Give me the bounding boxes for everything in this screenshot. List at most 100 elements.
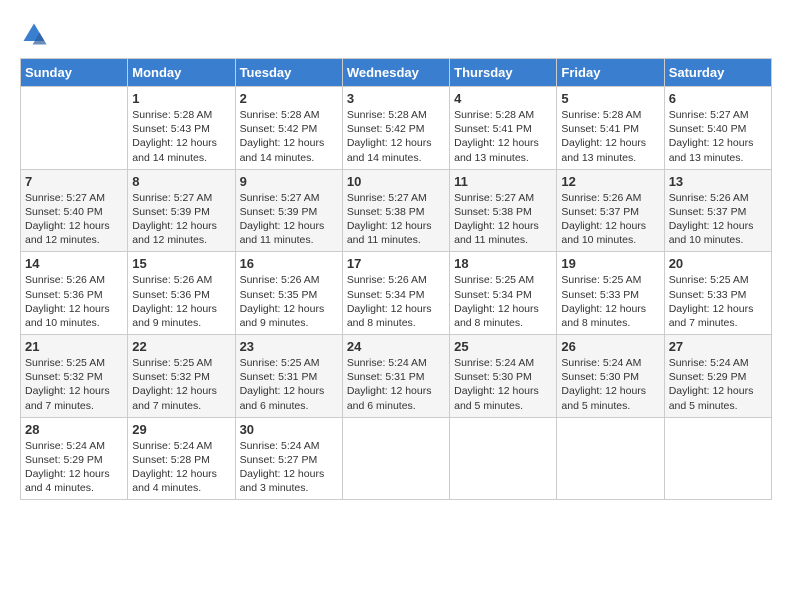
calendar-cell: 2 Sunrise: 5:28 AM Sunset: 5:42 PM Daylig…: [235, 87, 342, 170]
cell-sun-info: Sunrise: 5:24 AM Sunset: 5:29 PM Dayligh…: [25, 439, 123, 496]
calendar-cell: [450, 417, 557, 500]
day-number: 21: [25, 339, 123, 354]
day-number: 7: [25, 174, 123, 189]
calendar-week-row: 7Sunrise: 5:27 AM Sunset: 5:40 PM Daylig…: [21, 169, 772, 252]
calendar-week-row: 28 Sunrise: 5:24 AM Sunset: 5:29 PM Dayli…: [21, 417, 772, 500]
cell-sun-info: Sunrise: 5:28 AM Sunset: 5:41 PM Dayligh…: [561, 108, 659, 165]
day-number: 25: [454, 339, 552, 354]
cell-sun-info: Sunrise: 5:26 AM Sunset: 5:36 PM Dayligh…: [25, 273, 123, 330]
cell-sun-info: Sunrise: 5:24 AM Sunset: 5:29 PM Dayligh…: [669, 356, 767, 413]
calendar-week-row: 21 Sunrise: 5:25 AM Sunset: 5:32 PM Dayli…: [21, 335, 772, 418]
day-number: 14: [25, 256, 123, 271]
day-number: 6: [669, 91, 767, 106]
cell-sun-info: Sunrise: 5:26 AM Sunset: 5:37 PM Dayligh…: [561, 191, 659, 248]
calendar-cell: 21 Sunrise: 5:25 AM Sunset: 5:32 PM Dayli…: [21, 335, 128, 418]
calendar-cell: 12 Sunrise: 5:26 AM Sunset: 5:37 PM Dayli…: [557, 169, 664, 252]
calendar-cell: 28 Sunrise: 5:24 AM Sunset: 5:29 PM Dayli…: [21, 417, 128, 500]
cell-sun-info: Sunrise: 5:25 AM Sunset: 5:32 PM Dayligh…: [132, 356, 230, 413]
calendar-cell: 18Sunrise: 5:25 AM Sunset: 5:34 PM Dayli…: [450, 252, 557, 335]
day-number: 28: [25, 422, 123, 437]
cell-sun-info: Sunrise: 5:27 AM Sunset: 5:38 PM Dayligh…: [454, 191, 552, 248]
calendar-cell: 24 Sunrise: 5:24 AM Sunset: 5:31 PM Dayli…: [342, 335, 449, 418]
calendar-cell: 20Sunrise: 5:25 AM Sunset: 5:33 PM Dayli…: [664, 252, 771, 335]
cell-sun-info: Sunrise: 5:27 AM Sunset: 5:38 PM Dayligh…: [347, 191, 445, 248]
calendar-cell: 1 Sunrise: 5:28 AM Sunset: 5:43 PM Daylig…: [128, 87, 235, 170]
page-header: [20, 20, 772, 48]
day-number: 18: [454, 256, 552, 271]
cell-sun-info: Sunrise: 5:26 AM Sunset: 5:35 PM Dayligh…: [240, 273, 338, 330]
calendar-cell: 3 Sunrise: 5:28 AM Sunset: 5:42 PM Daylig…: [342, 87, 449, 170]
logo-icon: [20, 20, 48, 48]
calendar-cell: 23Sunrise: 5:25 AM Sunset: 5:31 PM Dayli…: [235, 335, 342, 418]
calendar-cell: 29Sunrise: 5:24 AM Sunset: 5:28 PM Dayli…: [128, 417, 235, 500]
calendar-week-row: 14 Sunrise: 5:26 AM Sunset: 5:36 PM Dayli…: [21, 252, 772, 335]
day-number: 23: [240, 339, 338, 354]
day-number: 15: [132, 256, 230, 271]
day-number: 26: [561, 339, 659, 354]
day-header-saturday: Saturday: [664, 59, 771, 87]
day-number: 12: [561, 174, 659, 189]
calendar-cell: 14 Sunrise: 5:26 AM Sunset: 5:36 PM Dayli…: [21, 252, 128, 335]
calendar-cell: 25 Sunrise: 5:24 AM Sunset: 5:30 PM Dayli…: [450, 335, 557, 418]
day-number: 17: [347, 256, 445, 271]
calendar-cell: 5 Sunrise: 5:28 AM Sunset: 5:41 PM Daylig…: [557, 87, 664, 170]
cell-sun-info: Sunrise: 5:28 AM Sunset: 5:41 PM Dayligh…: [454, 108, 552, 165]
cell-sun-info: Sunrise: 5:24 AM Sunset: 5:30 PM Dayligh…: [561, 356, 659, 413]
day-header-thursday: Thursday: [450, 59, 557, 87]
cell-sun-info: Sunrise: 5:26 AM Sunset: 5:34 PM Dayligh…: [347, 273, 445, 330]
day-number: 19: [561, 256, 659, 271]
cell-sun-info: Sunrise: 5:24 AM Sunset: 5:28 PM Dayligh…: [132, 439, 230, 496]
calendar-week-row: 1 Sunrise: 5:28 AM Sunset: 5:43 PM Daylig…: [21, 87, 772, 170]
calendar-cell: 27 Sunrise: 5:24 AM Sunset: 5:29 PM Dayli…: [664, 335, 771, 418]
day-number: 16: [240, 256, 338, 271]
calendar-cell: 26 Sunrise: 5:24 AM Sunset: 5:30 PM Dayli…: [557, 335, 664, 418]
cell-sun-info: Sunrise: 5:28 AM Sunset: 5:42 PM Dayligh…: [240, 108, 338, 165]
calendar-cell: 22 Sunrise: 5:25 AM Sunset: 5:32 PM Dayli…: [128, 335, 235, 418]
day-header-friday: Friday: [557, 59, 664, 87]
cell-sun-info: Sunrise: 5:24 AM Sunset: 5:30 PM Dayligh…: [454, 356, 552, 413]
cell-sun-info: Sunrise: 5:27 AM Sunset: 5:39 PM Dayligh…: [240, 191, 338, 248]
cell-sun-info: Sunrise: 5:27 AM Sunset: 5:39 PM Dayligh…: [132, 191, 230, 248]
calendar-cell: [342, 417, 449, 500]
day-number: 4: [454, 91, 552, 106]
cell-sun-info: Sunrise: 5:24 AM Sunset: 5:31 PM Dayligh…: [347, 356, 445, 413]
day-number: 11: [454, 174, 552, 189]
cell-sun-info: Sunrise: 5:25 AM Sunset: 5:32 PM Dayligh…: [25, 356, 123, 413]
logo: [20, 20, 52, 48]
day-number: 10: [347, 174, 445, 189]
cell-sun-info: Sunrise: 5:25 AM Sunset: 5:33 PM Dayligh…: [561, 273, 659, 330]
calendar-cell: [557, 417, 664, 500]
cell-sun-info: Sunrise: 5:26 AM Sunset: 5:37 PM Dayligh…: [669, 191, 767, 248]
calendar-cell: 19 Sunrise: 5:25 AM Sunset: 5:33 PM Dayli…: [557, 252, 664, 335]
cell-sun-info: Sunrise: 5:25 AM Sunset: 5:33 PM Dayligh…: [669, 273, 767, 330]
day-number: 1: [132, 91, 230, 106]
calendar-cell: 13 Sunrise: 5:26 AM Sunset: 5:37 PM Dayli…: [664, 169, 771, 252]
calendar-cell: 6 Sunrise: 5:27 AM Sunset: 5:40 PM Daylig…: [664, 87, 771, 170]
cell-sun-info: Sunrise: 5:28 AM Sunset: 5:42 PM Dayligh…: [347, 108, 445, 165]
day-number: 22: [132, 339, 230, 354]
day-number: 8: [132, 174, 230, 189]
cell-sun-info: Sunrise: 5:28 AM Sunset: 5:43 PM Dayligh…: [132, 108, 230, 165]
day-header-wednesday: Wednesday: [342, 59, 449, 87]
day-number: 13: [669, 174, 767, 189]
day-header-tuesday: Tuesday: [235, 59, 342, 87]
calendar-cell: 4 Sunrise: 5:28 AM Sunset: 5:41 PM Daylig…: [450, 87, 557, 170]
day-header-sunday: Sunday: [21, 59, 128, 87]
calendar-cell: 17 Sunrise: 5:26 AM Sunset: 5:34 PM Dayli…: [342, 252, 449, 335]
day-number: 27: [669, 339, 767, 354]
day-number: 2: [240, 91, 338, 106]
day-number: 30: [240, 422, 338, 437]
cell-sun-info: Sunrise: 5:27 AM Sunset: 5:40 PM Dayligh…: [669, 108, 767, 165]
day-number: 24: [347, 339, 445, 354]
cell-sun-info: Sunrise: 5:26 AM Sunset: 5:36 PM Dayligh…: [132, 273, 230, 330]
day-number: 3: [347, 91, 445, 106]
calendar-cell: 30Sunrise: 5:24 AM Sunset: 5:27 PM Dayli…: [235, 417, 342, 500]
calendar-cell: 16 Sunrise: 5:26 AM Sunset: 5:35 PM Dayli…: [235, 252, 342, 335]
day-number: 5: [561, 91, 659, 106]
calendar-table: SundayMondayTuesdayWednesdayThursdayFrid…: [20, 58, 772, 500]
calendar-cell: [664, 417, 771, 500]
day-number: 9: [240, 174, 338, 189]
calendar-cell: [21, 87, 128, 170]
calendar-header-row: SundayMondayTuesdayWednesdayThursdayFrid…: [21, 59, 772, 87]
calendar-cell: 15 Sunrise: 5:26 AM Sunset: 5:36 PM Dayli…: [128, 252, 235, 335]
